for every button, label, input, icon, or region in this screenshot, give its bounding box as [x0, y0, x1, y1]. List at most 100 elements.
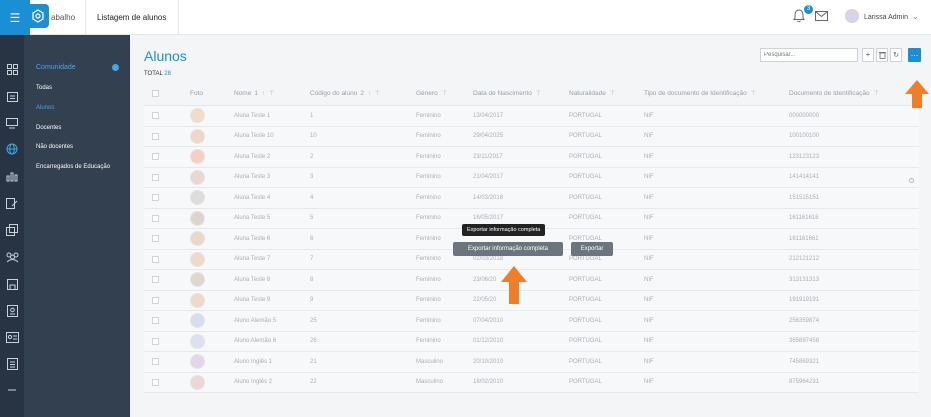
export-full-button[interactable]: Exportar informação completa — [453, 242, 563, 256]
user-name[interactable]: Larissa Admin — [864, 0, 908, 35]
app-logo[interactable] — [27, 4, 49, 28]
subnav-item-encarregados[interactable]: Encarregados de Educação — [36, 164, 110, 170]
rail-grid[interactable] — [0, 59, 24, 79]
table-row[interactable]: Aluna Teste 2 2 Feminino 23/11/2017 PORTUGAL… — [144, 147, 919, 168]
table-row[interactable]: Aluna Teste 1 1 Feminino 13/04/2017 PORTUGAL… — [144, 106, 919, 127]
student-avatar — [190, 108, 205, 124]
search-input[interactable] — [760, 48, 858, 62]
table-row[interactable]: Aluna Teste 9 9 Feminino 22/05/20 PORTUGAL NI… — [144, 290, 919, 311]
add-button[interactable]: + — [862, 48, 874, 62]
select-all-checkbox[interactable] — [152, 90, 159, 97]
rail-calendar[interactable] — [0, 86, 24, 106]
rail-globe[interactable] — [0, 139, 24, 159]
subnav-title[interactable]: Comunidade — [36, 64, 76, 71]
row-checkbox[interactable] — [152, 194, 159, 202]
rail-chart[interactable] — [0, 166, 24, 186]
col-naturalidade[interactable]: Naturalidade ⊤ — [569, 82, 615, 105]
row-checkbox[interactable] — [152, 276, 159, 284]
sort-order: 1 — [254, 90, 258, 97]
subnav-item-docentes[interactable]: Docentes — [36, 125, 61, 131]
cell-genero: Feminino — [416, 215, 441, 222]
rail-list[interactable] — [0, 354, 24, 374]
filter-icon[interactable]: ⊤ — [536, 90, 541, 97]
table-row[interactable]: Aluna Teste 3 3 Feminino 21/04/2017 PORTUGAL… — [144, 167, 919, 188]
filter-icon[interactable]: ⊤ — [269, 90, 274, 97]
row-checkbox-cell — [152, 188, 159, 208]
col-tipo-doc[interactable]: Tipo de documento de Identificação ⊤ — [644, 82, 756, 105]
table-row[interactable]: Aluna Teste 4 4 Feminino 14/03/2018 PORTUGAL… — [144, 188, 919, 209]
arrow-up-annotation-icon — [905, 80, 929, 108]
filter-icon[interactable]: ⊤ — [610, 90, 615, 97]
row-checkbox[interactable] — [152, 358, 159, 366]
col-doc[interactable]: Documento de Identificação ⊤ — [789, 82, 879, 105]
col-codigo[interactable]: Código do aluno 2 ↑ ⊤ — [310, 82, 380, 105]
subnav-item-nao-docentes[interactable]: Não docentes — [36, 144, 73, 150]
row-checkbox[interactable] — [152, 337, 159, 345]
student-avatar — [190, 190, 205, 206]
row-checkbox[interactable] — [152, 132, 159, 140]
row-checkbox[interactable] — [152, 317, 159, 325]
filter-icon[interactable]: ⊤ — [874, 90, 879, 97]
export-button[interactable]: Exportar — [571, 242, 613, 256]
rail-save[interactable] — [0, 274, 24, 294]
cell-genero: Feminino — [416, 153, 441, 160]
subnav-item-todas[interactable]: Todas — [36, 85, 52, 91]
cell-naturalidade: PORTUGAL — [569, 276, 602, 283]
row-checkbox[interactable] — [152, 378, 159, 386]
row-checkbox[interactable] — [152, 112, 159, 120]
table-row[interactable]: Aluno Alemão 6 26 Feminino 01/12/2010 PORTUG… — [144, 331, 919, 352]
col-nascimento[interactable]: Data de Nascimento ⊤ — [473, 82, 541, 105]
row-checkbox[interactable] — [152, 153, 159, 161]
refresh-icon: ↻ — [893, 52, 899, 59]
row-checkbox[interactable] — [152, 296, 159, 304]
rail-id-card[interactable] — [0, 301, 24, 321]
rail-document[interactable] — [0, 193, 24, 213]
table-row[interactable]: Aluna Teste 8 8 Feminino 23/06/20 PORTUGAL NI… — [144, 270, 919, 291]
hamburger-menu-button[interactable]: ☰ — [0, 0, 30, 35]
tab-trabalho[interactable]: abalho — [51, 0, 87, 35]
cell-nome: Aluna Teste 3 — [234, 174, 271, 181]
chart-icon — [6, 172, 18, 181]
filter-icon[interactable]: ⊤ — [751, 90, 756, 97]
table-row[interactable]: Aluna Teste 10 10 Feminino 29/04/2025 PORTUG… — [144, 126, 919, 147]
delete-button[interactable] — [876, 48, 888, 62]
chevron-down-icon[interactable]: ⌄ — [912, 12, 919, 21]
people-icon — [6, 252, 18, 262]
mail-icon[interactable] — [815, 11, 828, 21]
row-checkbox[interactable] — [152, 235, 159, 243]
rail-people[interactable] — [0, 247, 24, 267]
rail-id-badge[interactable] — [0, 327, 24, 347]
scroll-indicator[interactable] — [909, 178, 914, 183]
sort-up-icon[interactable]: ↑ — [368, 91, 371, 97]
tab-listagem-alunos[interactable]: Listagem de alunos — [85, 0, 180, 35]
trash-icon — [878, 52, 886, 59]
filter-icon[interactable]: ⊤ — [442, 90, 447, 97]
col-genero[interactable]: Género ⊤ — [416, 82, 447, 105]
col-nome[interactable]: Nome 1 ↑ ⊤ — [234, 82, 274, 105]
bell-icon[interactable] — [793, 9, 805, 23]
students-table: Foto Nome 1 ↑ ⊤ Código do aluno 2 ↑ ⊤ Gé… — [144, 82, 919, 393]
table-row[interactable]: Aluno Inglês 2 22 Masculino 18/02/2010 PORTU… — [144, 372, 919, 393]
row-checkbox-cell — [152, 352, 159, 372]
table-row[interactable]: Aluno Inglês 1 21 Masculino 20/10/2010 PORTU… — [144, 352, 919, 373]
rail-more[interactable] — [0, 380, 24, 400]
photo-cell — [190, 127, 205, 147]
refresh-button[interactable]: ↻ — [890, 48, 902, 62]
table-row[interactable]: Aluno Alemão 5 25 Feminino 07/04/2010 PORTUG… — [144, 311, 919, 332]
filter-icon[interactable]: ⊤ — [375, 90, 380, 97]
user-avatar[interactable] — [845, 9, 859, 23]
row-checkbox[interactable] — [152, 255, 159, 263]
cell-doc: 875964231 — [789, 379, 820, 386]
cell-codigo: 26 — [310, 338, 317, 345]
row-checkbox[interactable] — [152, 173, 159, 181]
rail-copy[interactable] — [0, 220, 24, 240]
row-checkbox-cell — [152, 147, 159, 167]
more-options-button[interactable]: … — [908, 48, 921, 62]
sort-up-icon[interactable]: ↑ — [262, 91, 265, 97]
rail-monitor[interactable] — [0, 113, 24, 133]
student-avatar — [190, 374, 205, 390]
subnav-item-alunos[interactable]: Alunos — [36, 105, 54, 111]
row-checkbox[interactable] — [152, 214, 159, 222]
col-nome-label: Nome — [234, 90, 252, 97]
top-bar: ☰ abalho Listagem de alunos 3 Larissa Ad… — [0, 0, 931, 35]
